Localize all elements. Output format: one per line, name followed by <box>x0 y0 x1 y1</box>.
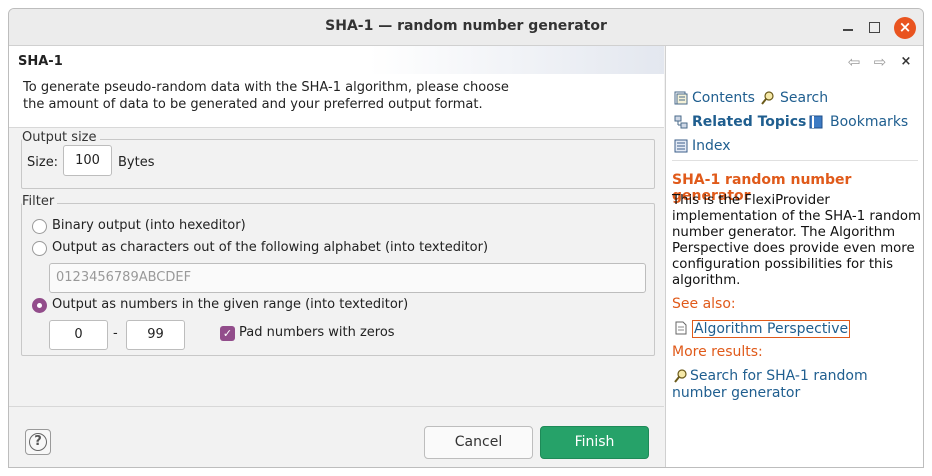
close-icon[interactable]: × <box>894 17 916 39</box>
search-icon <box>761 91 774 105</box>
page-description: To generate pseudo-random data with the … <box>23 79 583 113</box>
help-topic-body: This is the FlexiProvider implementation… <box>672 193 921 288</box>
radio-numbers-output[interactable] <box>32 298 47 313</box>
contents-link[interactable]: Contents <box>692 90 755 106</box>
size-input[interactable]: 100 <box>63 145 112 176</box>
bookmarks-link[interactable]: Bookmarks <box>830 114 908 130</box>
radio-alphabet-output[interactable] <box>32 241 47 256</box>
search-link[interactable]: Search <box>780 90 828 106</box>
index-link[interactable]: Index <box>692 138 731 154</box>
dialog-window: SHA-1 — random number generator × SHA-1 … <box>8 8 924 468</box>
filter-legend: Filter <box>22 194 58 209</box>
footer-separator <box>9 406 664 407</box>
help-panel: ⇦ ⇨ × Contents Search Related Topics Boo… <box>665 46 923 467</box>
contents-icon <box>674 91 688 105</box>
filter-group: Filter Binary output (into hexeditor) Ou… <box>21 194 655 356</box>
range-from-input[interactable]: 0 <box>49 320 108 350</box>
search-results-link[interactable]: Search for SHA-1 random number generator <box>672 368 922 402</box>
title-bar[interactable]: SHA-1 — random number generator × <box>9 9 923 46</box>
see-also-label: See also: <box>672 296 736 312</box>
wizard-panel: SHA-1 To generate pseudo-random data wit… <box>9 46 664 467</box>
index-icon <box>674 139 688 153</box>
minimize-icon[interactable] <box>839 18 857 36</box>
maximize-icon[interactable] <box>865 18 883 36</box>
description-line-2: the amount of data to be generated and y… <box>23 97 483 112</box>
cancel-button[interactable]: Cancel <box>424 426 533 459</box>
description-line-1: To generate pseudo-random data with the … <box>23 80 509 95</box>
related-topics-link[interactable]: Related Topics <box>692 114 806 130</box>
help-button[interactable]: ? <box>25 429 51 455</box>
output-size-group: Output size Size: 100 Bytes <box>21 130 655 189</box>
help-separator <box>672 160 918 161</box>
document-icon <box>675 321 687 335</box>
size-unit-label: Bytes <box>118 155 155 170</box>
algorithm-perspective-link[interactable]: Algorithm Perspective <box>692 320 851 338</box>
more-results-label: More results: <box>672 344 763 360</box>
radio-alphabet-label[interactable]: Output as characters out of the followin… <box>52 240 488 255</box>
pad-zeros-checkbox[interactable]: ✓ <box>220 326 235 341</box>
radio-numbers-label[interactable]: Output as numbers in the given range (in… <box>52 297 408 312</box>
help-close-icon[interactable]: × <box>896 53 916 71</box>
forward-arrow-icon[interactable]: ⇨ <box>870 53 890 71</box>
radio-binary-output[interactable] <box>32 219 47 234</box>
pad-zeros-label[interactable]: Pad numbers with zeros <box>239 325 395 340</box>
bookmarks-icon <box>809 115 823 129</box>
output-size-legend: Output size <box>22 130 100 145</box>
header-band <box>9 46 664 74</box>
range-dash: - <box>113 326 118 341</box>
back-arrow-icon[interactable]: ⇦ <box>844 53 864 71</box>
page-title: SHA-1 <box>18 54 63 69</box>
window-title: SHA-1 — random number generator <box>325 18 607 34</box>
related-topics-icon <box>674 115 688 129</box>
radio-binary-label[interactable]: Binary output (into hexeditor) <box>52 218 246 233</box>
finish-button[interactable]: Finish <box>540 426 649 459</box>
wizard-header: SHA-1 To generate pseudo-random data wit… <box>9 46 664 128</box>
alphabet-input[interactable]: 0123456789ABCDEF <box>49 263 646 293</box>
size-label: Size: <box>27 155 59 170</box>
help-icon: ? <box>29 433 47 451</box>
range-to-input[interactable]: 99 <box>126 320 185 350</box>
